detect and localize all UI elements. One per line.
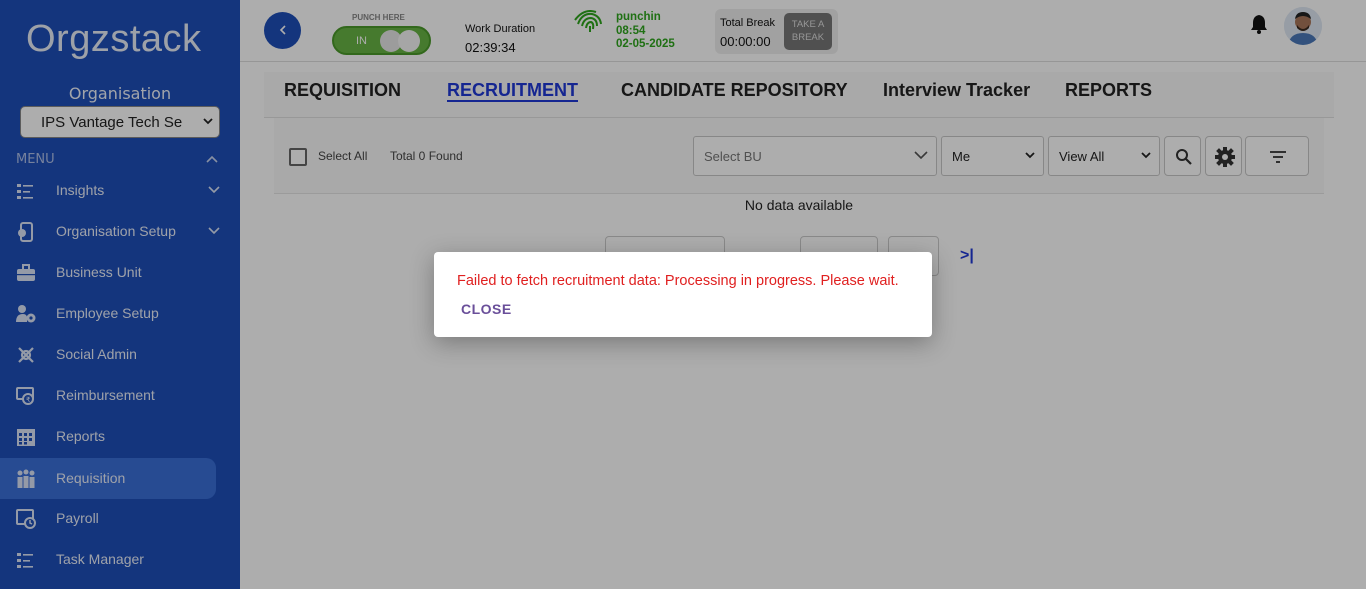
error-dialog: Failed to fetch recruitment data: Proces… <box>434 252 932 337</box>
close-button[interactable]: CLOSE <box>461 301 512 317</box>
error-message: Failed to fetch recruitment data: Proces… <box>457 273 899 289</box>
